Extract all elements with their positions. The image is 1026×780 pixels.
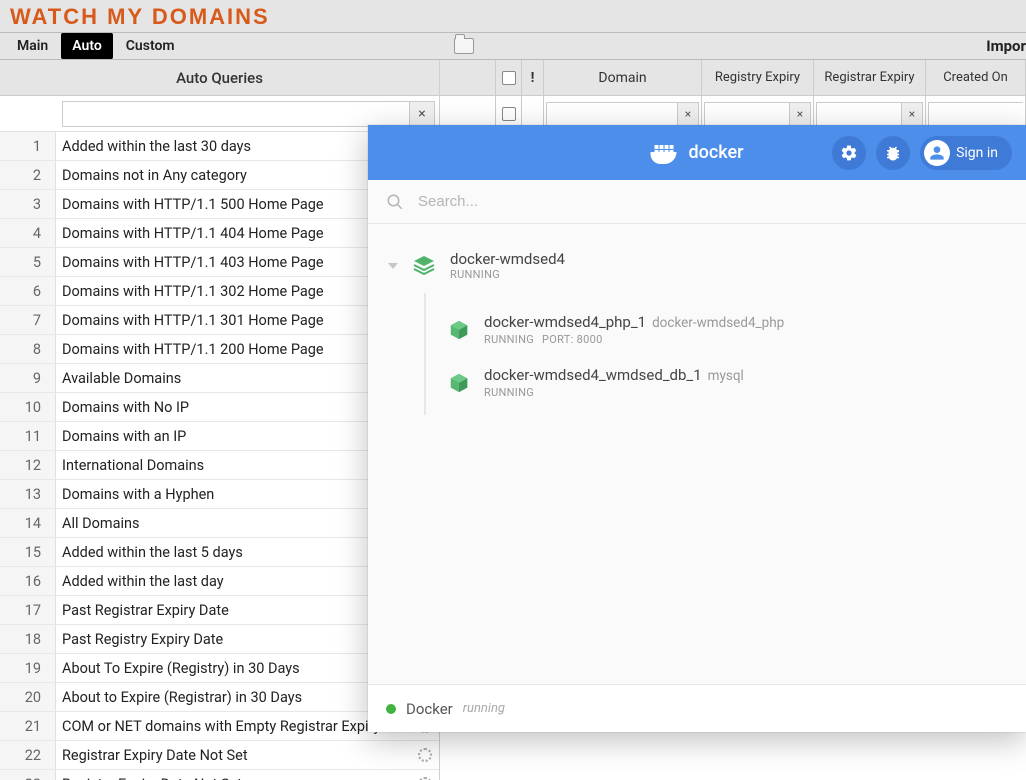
row-number: 10 bbox=[0, 393, 56, 421]
checkbox-icon[interactable] bbox=[502, 71, 516, 85]
container-sub: mysql bbox=[708, 368, 744, 384]
row-number: 8 bbox=[0, 335, 56, 363]
docker-status-bar: Docker running bbox=[368, 684, 1026, 732]
row-number: 2 bbox=[0, 161, 56, 189]
container-sub: docker-wmdsed4_php bbox=[652, 315, 784, 331]
container-list: docker-wmdsed4_php_1 docker-wmdsed4_php RU… bbox=[424, 293, 1026, 415]
checkbox-icon[interactable] bbox=[502, 107, 516, 121]
header-spacer bbox=[440, 60, 496, 95]
query-label: Registrar Expiry Date Not Set bbox=[56, 747, 411, 764]
docker-brand-text: docker bbox=[689, 142, 744, 163]
status-dot-icon bbox=[386, 704, 396, 714]
stack-icon bbox=[412, 254, 436, 278]
domains-header: ! Domain Registry Expiry Registrar Expir… bbox=[440, 60, 1026, 96]
container-row[interactable]: docker-wmdsed4_wmdsed_db_1 mysql RUNNING bbox=[426, 356, 1026, 409]
tab-auto[interactable]: Auto bbox=[61, 33, 113, 59]
docker-status-state: running bbox=[463, 701, 505, 716]
row-number: 18 bbox=[0, 625, 56, 653]
header-checkbox-cell[interactable] bbox=[496, 60, 522, 95]
stack-name: docker-wmdsed4 bbox=[450, 250, 565, 268]
header-flag[interactable]: ! bbox=[522, 60, 544, 95]
row-number: 4 bbox=[0, 219, 56, 247]
row-number: 15 bbox=[0, 538, 56, 566]
row-number: 22 bbox=[0, 741, 56, 769]
docker-status-label: Docker bbox=[406, 700, 453, 718]
docker-logo: docker bbox=[651, 142, 744, 164]
settings-button[interactable] bbox=[832, 136, 866, 170]
row-number: 17 bbox=[0, 596, 56, 624]
tab-main[interactable]: Main bbox=[6, 33, 59, 59]
container-status: RUNNING bbox=[484, 386, 534, 399]
docker-search-input[interactable] bbox=[418, 193, 1008, 210]
row-number: 12 bbox=[0, 451, 56, 479]
row-number: 11 bbox=[0, 422, 56, 450]
row-number: 20 bbox=[0, 683, 56, 711]
gear-icon bbox=[418, 748, 432, 762]
panel-header-auto-queries: Auto Queries bbox=[0, 60, 439, 96]
row-number: 9 bbox=[0, 364, 56, 392]
query-label: COM or NET domains with Empty Registrar … bbox=[56, 718, 411, 735]
filter-registry-input[interactable] bbox=[704, 102, 789, 126]
filter-input[interactable] bbox=[62, 101, 409, 127]
row-number: 7 bbox=[0, 306, 56, 334]
container-name: docker-wmdsed4_wmdsed_db_1 bbox=[484, 366, 702, 384]
row-number: 14 bbox=[0, 509, 56, 537]
row-number: 23 bbox=[0, 770, 56, 780]
query-row[interactable]: 22Registrar Expiry Date Not Set bbox=[0, 741, 439, 770]
docker-search-bar bbox=[368, 180, 1026, 224]
container-icon bbox=[448, 319, 470, 341]
filter-domain-clear[interactable]: × bbox=[677, 102, 699, 126]
signin-button[interactable]: Sign in bbox=[920, 136, 1012, 170]
tab-custom[interactable]: Custom bbox=[115, 33, 186, 59]
header-created-on[interactable]: Created On bbox=[926, 60, 1026, 95]
query-row[interactable]: 23Registry Expiry Date Not Set bbox=[0, 770, 439, 780]
filter-created-input[interactable] bbox=[928, 102, 1023, 126]
header-domain[interactable]: Domain bbox=[544, 60, 702, 95]
row-number: 21 bbox=[0, 712, 56, 740]
filter-registry-clear[interactable]: × bbox=[789, 102, 811, 126]
filter-registrar-input[interactable] bbox=[816, 102, 901, 126]
header-registry-expiry[interactable]: Registry Expiry bbox=[702, 60, 814, 95]
stack-row[interactable]: docker-wmdsed4 RUNNING bbox=[368, 244, 1026, 287]
app-title: WATCH MY DOMAINS bbox=[0, 0, 1026, 32]
container-status: RUNNING bbox=[484, 333, 534, 346]
docker-window: docker Sign in docker-wmdsed4 RUNNING bbox=[368, 125, 1026, 732]
container-port: PORT: 8000 bbox=[542, 333, 603, 346]
stack-status: RUNNING bbox=[450, 268, 565, 281]
row-number: 3 bbox=[0, 190, 56, 218]
signin-label: Sign in bbox=[956, 145, 998, 161]
row-number: 13 bbox=[0, 480, 56, 508]
container-icon bbox=[448, 372, 470, 394]
avatar-icon bbox=[924, 140, 950, 166]
container-name: docker-wmdsed4_php_1 bbox=[484, 313, 646, 331]
filter-registrar-clear[interactable]: × bbox=[901, 102, 923, 126]
folder-icon[interactable] bbox=[454, 38, 474, 54]
docker-titlebar: docker Sign in bbox=[368, 125, 1026, 180]
row-number: 5 bbox=[0, 248, 56, 276]
row-number: 1 bbox=[0, 132, 56, 160]
filter-domain-input[interactable] bbox=[546, 102, 677, 126]
query-label: Registry Expiry Date Not Set bbox=[56, 776, 411, 780]
docker-body: docker-wmdsed4 RUNNING docker-wmdsed4_ph… bbox=[368, 224, 1026, 684]
header-registrar-expiry[interactable]: Registrar Expiry bbox=[814, 60, 926, 95]
debug-button[interactable] bbox=[876, 136, 910, 170]
row-number: 16 bbox=[0, 567, 56, 595]
import-button[interactable]: Impor bbox=[986, 37, 1026, 55]
row-number: 19 bbox=[0, 654, 56, 682]
search-icon bbox=[386, 193, 404, 211]
row-gear-button[interactable] bbox=[411, 748, 439, 762]
right-toolbar: Impor bbox=[440, 32, 1026, 60]
filter-clear-button[interactable]: × bbox=[409, 101, 435, 127]
chevron-down-icon[interactable] bbox=[388, 263, 398, 269]
container-row[interactable]: docker-wmdsed4_php_1 docker-wmdsed4_php RU… bbox=[426, 303, 1026, 356]
gear-icon bbox=[840, 144, 858, 162]
row-number: 6 bbox=[0, 277, 56, 305]
bug-icon bbox=[884, 144, 902, 162]
whale-icon bbox=[651, 142, 683, 164]
